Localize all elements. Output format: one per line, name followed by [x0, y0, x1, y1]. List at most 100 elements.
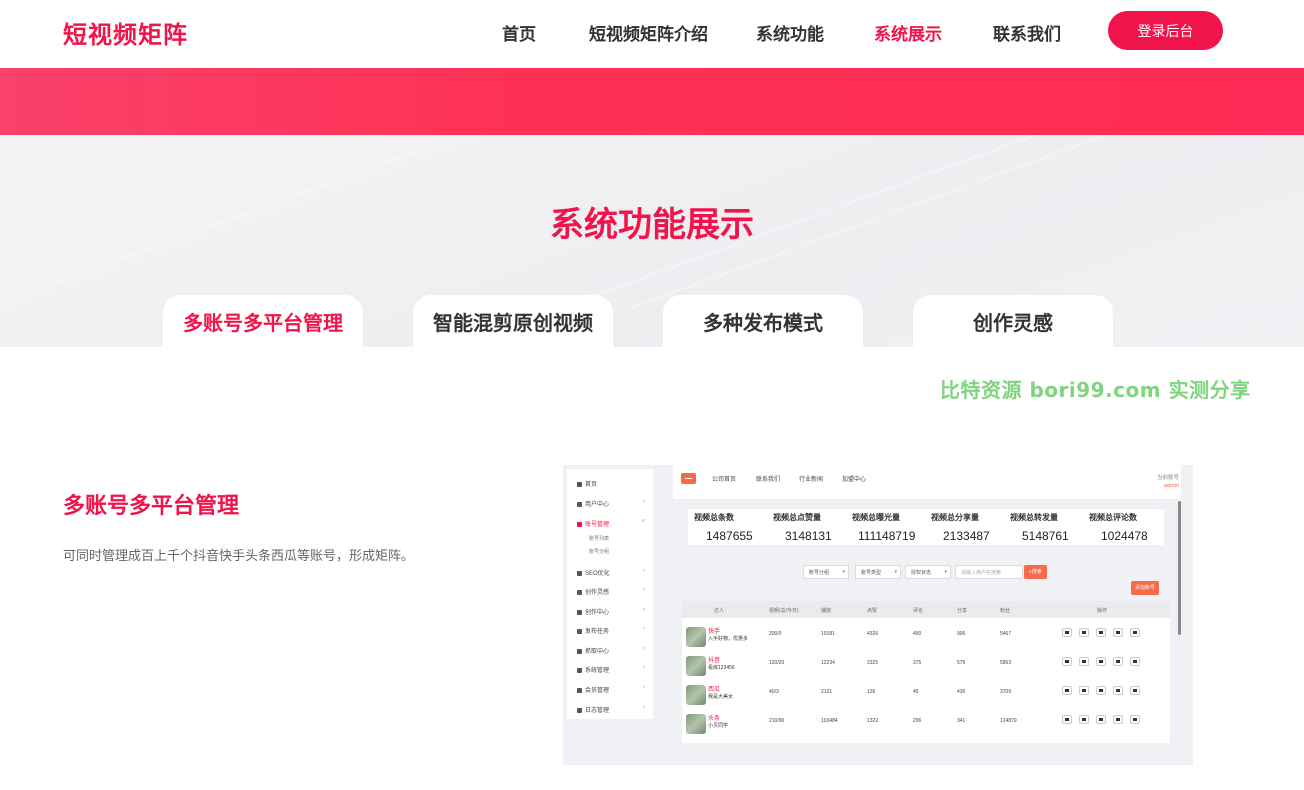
avatar: [686, 714, 706, 734]
stat-value: 2133487: [943, 529, 990, 543]
table-cell: 1322: [867, 718, 879, 724]
table-cell: 2325: [867, 660, 879, 666]
stat-item: 视频总曝光量 111148719: [852, 509, 932, 543]
section-title: 系统功能展示: [550, 205, 754, 245]
table-cell: 103484: [821, 718, 838, 724]
sidebar-item-label: SEO优化: [585, 571, 610, 577]
table-row: 西瓜 我是大美女 40/3 2121 136 45 436 3709: [682, 679, 1170, 707]
watermark: 比特资源 bori99.com 实测分享: [940, 378, 1251, 402]
content-title: 多账号多平台管理: [63, 494, 240, 519]
tab-inspiration[interactable]: 创作灵感: [913, 295, 1113, 347]
delete-icon: [1130, 628, 1140, 637]
login-button[interactable]: 登录后台: [1108, 11, 1223, 50]
sidebar-item-logs: 日志管理: [577, 705, 609, 714]
chart-icon: [577, 521, 582, 527]
table-header-cell: 评论: [913, 608, 924, 614]
tab-publish-modes[interactable]: 多种发布模式: [663, 295, 863, 347]
avatar: [686, 656, 706, 676]
table-cell: 210/90: [769, 718, 785, 724]
row-platform: 快手: [708, 629, 721, 635]
stat-item: 视频总评论数 1024478: [1089, 509, 1169, 543]
table-cell: 450: [913, 631, 922, 637]
user-name: admin: [1164, 483, 1179, 489]
table-header-cell: 粉丝: [1000, 608, 1011, 614]
avatar: [686, 685, 706, 705]
sidebar-sub-account-group: 账号分组: [589, 549, 610, 555]
topbar-link: 公司首页: [712, 477, 737, 483]
sidebar-item-label: 用户中心: [585, 502, 610, 508]
video-icon: [577, 609, 582, 615]
nav-home[interactable]: 首页: [502, 20, 536, 45]
sidebar-item-accounts: 账号管理: [577, 519, 609, 528]
table-cell: 4326: [867, 631, 879, 637]
row-account-name: 看房123456: [708, 665, 735, 671]
home-icon: [577, 481, 582, 487]
nav-intro[interactable]: 短视频矩阵介绍: [589, 20, 708, 45]
table-header-cell: 点赞: [867, 608, 878, 614]
tab-multi-account[interactable]: 多账号多平台管理: [163, 295, 363, 347]
stat-label: 视频总分享量: [931, 513, 979, 522]
table-cell: 3709: [1000, 689, 1012, 695]
sidebar-item-label: 创作灵感: [585, 590, 610, 596]
message-icon: [1096, 686, 1106, 695]
chevron-icon: ‹: [643, 685, 645, 691]
filter-auth-select: 授权状态: [905, 565, 951, 579]
chevron-icon: ‹: [643, 499, 645, 505]
table-header: 达人 视频(总/今日) 播放 点赞 评论 分享 粉丝 操作: [682, 601, 1170, 618]
row-account-name: 入手好物，优惠多: [708, 636, 749, 642]
accounts-table: 达人 视频(总/今日) 播放 点赞 评论 分享 粉丝 操作 快手 入手好物，优惠多…: [682, 601, 1170, 743]
nav-contact[interactable]: 联系我们: [993, 20, 1061, 45]
menu-icon: [681, 473, 696, 484]
table-cell: 136: [867, 689, 876, 695]
sidebar-item-label: 首页: [585, 482, 598, 488]
tab-smart-edit[interactable]: 智能混剪原创视频: [413, 295, 613, 347]
filter-group-select: 账号分组: [803, 565, 849, 579]
grid-icon: [577, 589, 582, 595]
chevron-icon: ‹: [643, 607, 645, 613]
chevron-icon: ‹: [643, 705, 645, 711]
table-cell: 375: [913, 660, 922, 666]
sidebar-item-publish: 发布任务: [577, 626, 609, 635]
table-cell: 436: [957, 689, 966, 695]
message-icon: [1096, 628, 1106, 637]
document-icon: [1113, 657, 1123, 666]
message-icon: [1096, 715, 1106, 724]
table-cell: 296: [913, 718, 922, 724]
system-screenshot: 首页 用户中心 ‹ 账号管理 ˅ 账号列表 账号分组 SEO优化 ‹ 创作灵感 …: [563, 465, 1193, 765]
table-row: 头条 小贝同学 210/90 103484 1322 296 341 124879: [682, 708, 1170, 736]
delete-icon: [1130, 715, 1140, 724]
sidebar-item-label: 系统管理: [585, 668, 610, 674]
feature-section: 系统功能展示 多账号多平台管理 智能混剪原创视频 多种发布模式 创作灵感: [0, 135, 1304, 347]
sidebar-item-label: 创作中心: [585, 610, 610, 616]
stat-label: 视频总点赞量: [773, 513, 821, 522]
stat-item: 视频总条数 1487655: [694, 509, 774, 543]
sidebar-item-label: 抓取中心: [585, 649, 610, 655]
table-header-cell: 操作: [1097, 608, 1108, 614]
log-icon: [577, 707, 582, 713]
nav-features[interactable]: 系统功能: [756, 20, 824, 45]
site-header: 短视频矩阵 首页 短视频矩阵介绍 系统功能 系统展示 联系我们 登录后台: [0, 0, 1304, 68]
document-icon: [1113, 715, 1123, 724]
table-cell: 45: [913, 689, 919, 695]
delete-icon: [1130, 686, 1140, 695]
sidebar-item-members: 会员管理: [577, 685, 609, 694]
chevron-icon: ‹: [643, 568, 645, 574]
nav-showcase[interactable]: 系统展示: [874, 20, 942, 45]
share-icon: [1079, 715, 1089, 724]
table-cell: 12234: [821, 660, 835, 666]
send-icon: [1062, 628, 1072, 637]
topbar-link: 行业新闻: [799, 477, 824, 483]
chevron-down-icon: ˅: [641, 519, 645, 525]
table-cell: 10181: [821, 631, 835, 637]
table-cell: 341: [957, 718, 966, 724]
stat-value: 1487655: [706, 529, 753, 543]
sidebar-item-system: 系统管理: [577, 665, 609, 674]
table-header-cell: 分享: [957, 608, 968, 614]
sidebar-item-label: 账号管理: [585, 522, 610, 528]
send-icon: [1062, 715, 1072, 724]
stat-value: 5148761: [1022, 529, 1069, 543]
sidebar-item-label: 日志管理: [585, 708, 610, 714]
table-row: 快手 入手好物，优惠多 200/0 10181 4326 450 906 5467: [682, 621, 1170, 649]
share-icon: [1079, 628, 1089, 637]
document-icon: [1113, 628, 1123, 637]
